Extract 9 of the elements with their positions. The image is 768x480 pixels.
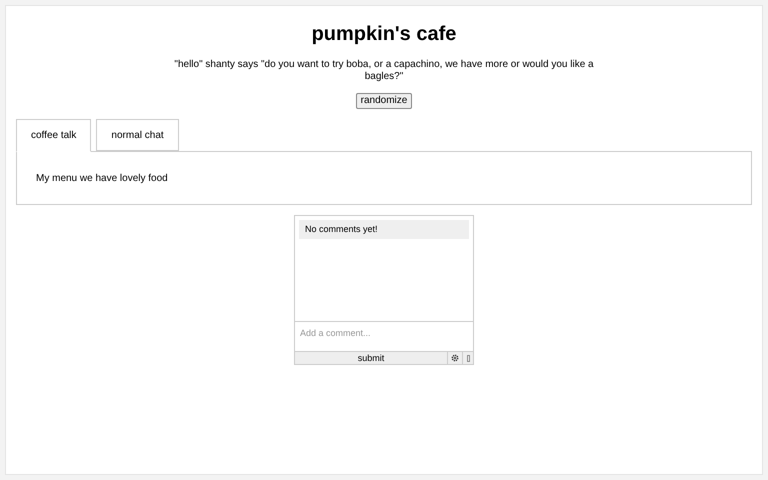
greeting-text: "hello" shanty says "do you want to try boba, or a capachino, we have more or would you like a bagles?" <box>174 59 594 83</box>
tab[interactable]: normal chat <box>96 119 179 151</box>
randomize-button[interactable]: randomize <box>356 93 412 109</box>
settings-icon <box>451 354 459 362</box>
page-title: pumpkin's cafe <box>312 22 456 47</box>
tab[interactable]: coffee talk <box>16 119 92 152</box>
rectangle-icon <box>466 354 470 362</box>
panel-text: My menu we have lovely food <box>36 172 169 186</box>
empty-comments-message: No comments yet! <box>299 220 469 239</box>
